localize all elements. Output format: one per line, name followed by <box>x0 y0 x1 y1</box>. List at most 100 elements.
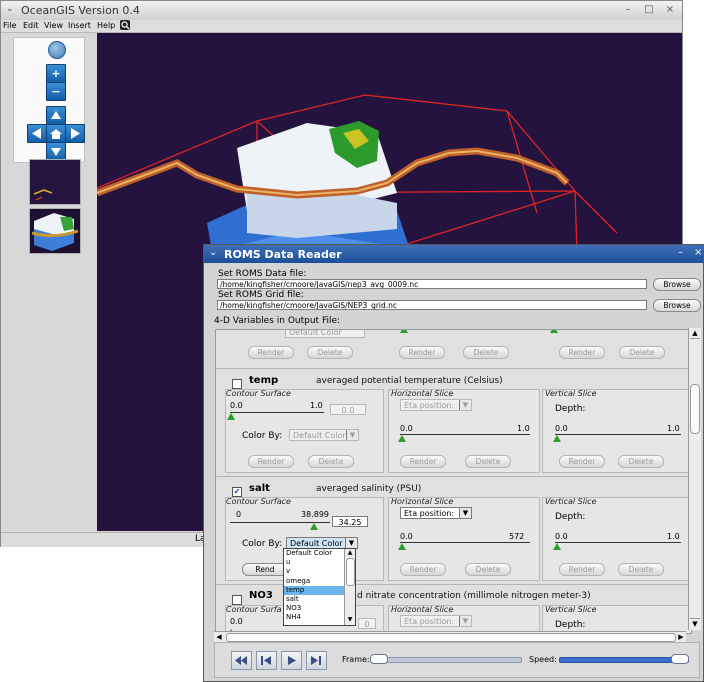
salt-h-slider[interactable] <box>400 542 530 543</box>
salt-vertical-panel: Vertical Slice Depth: 0.0 1.0 Render Del… <box>542 497 691 581</box>
menu-help[interactable]: Help <box>97 21 115 30</box>
temp-v-render-button[interactable]: Render <box>559 455 605 468</box>
dialog-menu-chevron-icon[interactable]: ⌄ <box>209 247 217 258</box>
step-back-icon[interactable] <box>256 651 277 670</box>
temp-h-slider[interactable] <box>400 434 530 435</box>
layer-thumbnail-1[interactable] <box>29 159 81 205</box>
temp-h-render-button[interactable]: Render <box>400 455 446 468</box>
play-icon[interactable] <box>281 651 302 670</box>
globe-icon[interactable] <box>48 41 66 59</box>
pan-left-icon[interactable] <box>27 124 47 143</box>
variables-label: 4-D Variables in Output File: <box>214 316 341 326</box>
speed-slider[interactable] <box>559 657 689 663</box>
temp-h-slider-thumb[interactable] <box>398 435 406 442</box>
prev-delete-button[interactable]: Delete <box>307 346 353 359</box>
prev-render-button[interactable]: Render <box>248 346 294 359</box>
close-button[interactable]: × <box>665 5 675 15</box>
minimize-button[interactable]: – <box>623 5 633 15</box>
salt-v-render-button[interactable]: Render <box>559 563 605 576</box>
temp-h-delete-button[interactable]: Delete <box>465 455 511 468</box>
dialog-minimize-button[interactable]: – <box>678 247 683 258</box>
chevron-down-icon[interactable]: ▼ <box>459 616 471 626</box>
chevron-down-icon[interactable]: ▼ <box>346 430 358 440</box>
menu-view[interactable]: View <box>44 21 63 30</box>
chevron-down-icon[interactable]: ▼ <box>459 400 471 410</box>
variables-horizontal-scrollbar[interactable]: ◀ ▶ <box>214 631 686 642</box>
pan-up-icon[interactable] <box>46 106 66 125</box>
temp-eta-select[interactable]: Eta position: ▼ <box>400 399 472 411</box>
variables-vertical-scrollbar[interactable]: ▲ ▼ <box>688 328 701 630</box>
scroll-down-icon[interactable]: ▼ <box>690 618 700 629</box>
salt-horizontal-panel: Horizontal Slice Eta position: ▼ 0.0 572… <box>388 497 540 581</box>
no3-checkbox[interactable] <box>232 595 242 605</box>
salt-checkbox[interactable]: ✔ <box>232 487 242 497</box>
horizontal-scroll-thumb[interactable] <box>226 633 676 642</box>
prev-v-slider-thumb[interactable] <box>550 330 558 333</box>
frame-slider-thumb[interactable] <box>370 654 388 664</box>
no3-eta-select[interactable]: Eta position: ▼ <box>400 615 472 627</box>
temp-render-button[interactable]: Render <box>248 455 294 468</box>
temp-v-slider[interactable] <box>555 434 681 435</box>
vertical-scroll-thumb[interactable] <box>690 384 700 434</box>
temp-contour-slider[interactable] <box>230 412 324 413</box>
step-forward-icon[interactable] <box>306 651 327 670</box>
temp-v-delete-button[interactable]: Delete <box>618 455 664 468</box>
salt-contour-value[interactable]: 34.25 <box>332 516 368 527</box>
temp-name: temp <box>249 375 279 386</box>
browse-grid-button[interactable]: Browse <box>653 299 701 312</box>
temp-color-by-select[interactable]: Default Color ▼ <box>289 429 359 441</box>
temp-contour-slider-thumb[interactable] <box>227 413 235 420</box>
chevron-down-icon[interactable]: ▼ <box>345 538 357 548</box>
prev-color-by-select[interactable]: Default Color <box>285 330 365 338</box>
chevron-down-icon[interactable]: ▼ <box>459 508 471 518</box>
salt-eta-select[interactable]: Eta position: ▼ <box>400 507 472 519</box>
rewind-icon[interactable] <box>231 651 252 670</box>
dialog-title-bar[interactable]: ⌄ ROMS Data Reader – × <box>204 245 703 263</box>
grid-file-path-field[interactable]: /home/kingfisher/cmoore/JavaGIS/NEP3_gri… <box>217 300 647 310</box>
no3-contour-value[interactable]: 0 <box>358 618 376 629</box>
data-file-path-field[interactable]: /home/kingfisher/cmoore/JavaGIS/nep3_avg… <box>217 279 647 289</box>
zoom-out-icon[interactable]: − <box>46 82 66 101</box>
browse-data-button[interactable]: Browse <box>653 278 701 291</box>
dropdown-scroll-thumb[interactable] <box>346 558 355 586</box>
salt-h-render-button[interactable]: Render <box>400 563 446 576</box>
menu-file[interactable]: File <box>3 21 16 30</box>
scroll-left-icon[interactable]: ◀ <box>214 632 224 642</box>
salt-v-slider[interactable] <box>555 542 681 543</box>
maximize-button[interactable]: □ <box>644 5 654 15</box>
dropdown-scroll-up-icon[interactable]: ▲ <box>345 549 355 557</box>
prev-h-delete-button[interactable]: Delete <box>463 346 509 359</box>
menu-edit[interactable]: Edit <box>23 21 39 30</box>
scroll-right-icon[interactable]: ▶ <box>676 632 686 642</box>
menu-insert[interactable]: Insert <box>68 21 91 30</box>
layer-thumbnail-2[interactable] <box>29 208 81 254</box>
prev-v-render-button[interactable]: Render <box>559 346 605 359</box>
temp-checkbox[interactable] <box>232 379 242 389</box>
window-menu-chevron-icon[interactable]: ⌄ <box>6 4 14 14</box>
frame-slider[interactable] <box>370 657 522 663</box>
dialog-close-button[interactable]: × <box>694 247 702 258</box>
salt-render-button[interactable]: Rend <box>242 563 288 576</box>
temp-delete-button[interactable]: Delete <box>308 455 354 468</box>
prev-h-render-button[interactable]: Render <box>399 346 445 359</box>
dropdown-scroll-down-icon[interactable]: ▼ <box>345 616 355 624</box>
prev-v-delete-button[interactable]: Delete <box>619 346 665 359</box>
salt-v-slider-thumb[interactable] <box>553 543 561 550</box>
salt-v-max: 1.0 <box>667 532 680 541</box>
salt-v-delete-button[interactable]: Delete <box>618 563 664 576</box>
prev-h-slider-thumb[interactable] <box>400 330 408 333</box>
dropdown-scrollbar[interactable]: ▲ ▼ <box>344 549 355 625</box>
color-by-dropdown-list[interactable]: Default Color u v omega temp salt NO3 NH… <box>283 548 356 626</box>
search-icon[interactable] <box>120 20 130 30</box>
scroll-up-icon[interactable]: ▲ <box>690 328 700 339</box>
zoom-in-icon[interactable]: + <box>46 64 66 83</box>
salt-h-delete-button[interactable]: Delete <box>465 563 511 576</box>
speed-slider-thumb[interactable] <box>671 654 689 664</box>
temp-contour-value[interactable]: 0.0 <box>330 404 366 415</box>
salt-contour-slider-thumb[interactable] <box>310 523 318 530</box>
home-icon[interactable] <box>46 124 66 143</box>
salt-h-slider-thumb[interactable] <box>398 543 406 550</box>
main-title-bar[interactable]: ⌄ OceanGIS Version 0.4 – □ × <box>1 1 682 21</box>
pan-right-icon[interactable] <box>65 124 85 143</box>
temp-v-slider-thumb[interactable] <box>553 435 561 442</box>
